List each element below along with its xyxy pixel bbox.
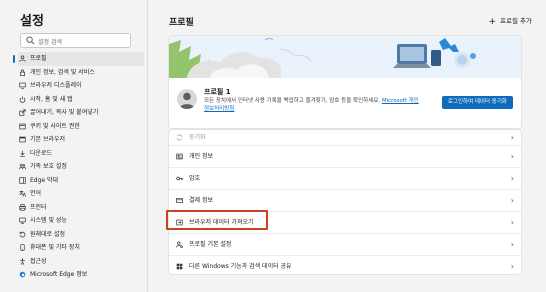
nav-item-display[interactable]: 브라우저 디스플레이 xyxy=(18,79,144,93)
settings-search-input[interactable]: 설정 검색 xyxy=(20,33,131,48)
share-icon xyxy=(19,109,26,116)
nav-label: 기본 브라우저 xyxy=(30,136,66,143)
nav-item-printers[interactable]: 프린터 xyxy=(18,201,144,215)
row-label: 결제 정보 xyxy=(189,197,213,204)
nav-label: 시작, 홈 및 새 탭 xyxy=(30,95,73,103)
highlight-box xyxy=(166,210,268,230)
nav-label: 브라우저 디스플레이 xyxy=(30,82,82,89)
nav-label: 휴대폰 및 기타 장치 xyxy=(30,244,80,251)
avatar xyxy=(177,89,197,109)
nav-item-edge-bar[interactable]: Edge 막대 xyxy=(18,174,144,188)
display-icon xyxy=(19,82,26,89)
edge-icon xyxy=(19,271,26,278)
row-label: 다른 Windows 기능과 검색 데이터 공유 xyxy=(189,263,292,270)
nav-item-system[interactable]: 시스템 및 성능 xyxy=(18,214,144,228)
chevron-right-icon: › xyxy=(510,133,514,142)
family-icon xyxy=(19,163,26,170)
row-passwords[interactable]: 암호 › xyxy=(169,168,521,190)
add-profile-button[interactable]: + 프로필 추가 xyxy=(488,15,532,27)
page-title: 프로필 xyxy=(169,18,194,28)
chevron-right-icon: › xyxy=(510,196,514,205)
nav-item-cookies[interactable]: 쿠키 및 사이트 권한 xyxy=(18,120,144,134)
language-icon xyxy=(19,190,26,197)
key-icon xyxy=(176,176,183,181)
nav-label: 개인 정보, 검색 및 서비스 xyxy=(30,68,95,76)
browser-icon xyxy=(19,136,26,143)
nav-label: 원래대로 설정 xyxy=(30,230,66,238)
nav-label: 프린터 xyxy=(30,203,47,211)
row-personal-info[interactable]: 개인 정보 › xyxy=(169,146,521,168)
row-label: 프로필 기본 설정 xyxy=(189,241,232,248)
lock-icon xyxy=(20,69,25,76)
settings-nav: 프로필 개인 정보, 검색 및 서비스 브라우저 디스플레이 시작, 홈 및 새… xyxy=(13,52,144,282)
accessibility-icon xyxy=(20,258,25,265)
nav-item-startup[interactable]: 시작, 홈 및 새 탭 xyxy=(18,93,144,107)
cookie-icon xyxy=(19,123,26,129)
search-placeholder: 설정 검색 xyxy=(38,39,62,46)
chevron-right-icon: › xyxy=(510,262,514,271)
system-icon xyxy=(19,217,26,224)
chevron-right-icon: › xyxy=(510,174,514,183)
nav-item-family[interactable]: 가족 보호 설정 xyxy=(18,160,144,174)
nav-item-downloads[interactable]: 다운로드 xyxy=(18,147,144,161)
add-profile-label: 프로필 추가 xyxy=(500,17,532,25)
phone-icon xyxy=(20,244,25,251)
nav-item-reset[interactable]: 원래대로 설정 xyxy=(18,228,144,242)
row-share-with-windows[interactable]: 다른 Windows 기능과 검색 데이터 공유 › xyxy=(169,256,521,274)
nav-item-language[interactable]: 언어 xyxy=(18,187,144,201)
chevron-right-icon: › xyxy=(510,152,514,161)
nav-label: 다운로드 xyxy=(30,149,53,157)
row-payment-info[interactable]: 결제 정보 › xyxy=(169,190,521,212)
person-card-icon xyxy=(176,153,183,160)
profile-settings-icon xyxy=(176,241,183,248)
row-profile-preferences[interactable]: 프로필 기본 설정 › xyxy=(169,234,521,256)
card-icon xyxy=(176,198,183,203)
download-icon xyxy=(20,150,25,157)
nav-item-about-edge[interactable]: Microsoft Edge 정보 xyxy=(18,268,144,282)
profile-description-text: 모든 장치에서 인터넷 사용 기록을 백업하고 즐겨찾기, 암호 등을 확인하세… xyxy=(204,98,381,104)
nav-label: Edge 막대 xyxy=(30,176,59,184)
printer-icon xyxy=(19,203,26,211)
person-icon xyxy=(19,55,26,62)
profiles-main: 프로필 + 프로필 추가 프로필 1 모든 장치에서 인터넷 사용 기록을 백업… xyxy=(148,0,546,292)
sync-icon xyxy=(176,134,183,141)
row-sync[interactable]: 동기화 › xyxy=(169,130,521,146)
profile-description: 모든 장치에서 인터넷 사용 기록을 백업하고 즐겨찾기, 암호 등을 확인하세… xyxy=(204,97,419,113)
nav-item-accessibility[interactable]: 접근성 xyxy=(18,255,144,269)
reset-icon xyxy=(19,231,26,237)
nav-item-share-copy-paste[interactable]: 끌어내기, 복사 및 붙여넣기 xyxy=(18,106,144,120)
settings-sidebar: 설정 설정 검색 프로필 개인 정보, 검색 및 서비스 브라우저 디스플레이 … xyxy=(0,0,148,292)
plus-icon: + xyxy=(488,17,497,27)
nav-label: 끌어내기, 복사 및 붙여넣기 xyxy=(30,109,99,116)
search-icon xyxy=(26,36,35,45)
power-icon xyxy=(19,96,26,103)
row-label: 동기화 xyxy=(189,134,206,141)
profile-settings-list: 동기화 › 개인 정보 › 암호 › 결제 정보 › 브라우저 데이터 가져오기… xyxy=(168,129,522,275)
profile-banner-illustration xyxy=(169,36,521,78)
bar-icon xyxy=(19,176,26,184)
row-label: 암호 xyxy=(189,175,201,182)
nav-label: Microsoft Edge 정보 xyxy=(30,271,88,278)
nav-label: 언어 xyxy=(30,190,42,197)
nav-item-phone[interactable]: 휴대폰 및 기타 장치 xyxy=(18,241,144,255)
nav-label: 가족 보호 설정 xyxy=(30,163,67,170)
row-label: 개인 정보 xyxy=(189,153,213,160)
settings-title: 설정 xyxy=(20,14,44,29)
nav-item-default-browser[interactable]: 기본 브라우저 xyxy=(18,133,144,147)
nav-label: 접근성 xyxy=(30,257,47,265)
nav-label: 쿠키 및 사이트 권한 xyxy=(30,122,80,130)
sign-in-sync-button[interactable]: 로그인하여 데이터 동기화 xyxy=(441,96,513,109)
nav-item-profile[interactable]: 프로필 xyxy=(13,52,144,66)
chevron-right-icon: › xyxy=(510,218,514,227)
nav-label: 프로필 xyxy=(30,55,47,62)
profile-name: 프로필 1 xyxy=(204,88,231,96)
nav-item-privacy[interactable]: 개인 정보, 검색 및 서비스 xyxy=(18,66,144,80)
chevron-right-icon: › xyxy=(510,240,514,249)
nav-label: 시스템 및 성능 xyxy=(30,217,67,224)
avatar-placeholder-icon xyxy=(179,92,195,109)
profile-card: 프로필 1 모든 장치에서 인터넷 사용 기록을 백업하고 즐겨찾기, 암호 등… xyxy=(168,35,522,129)
windows-share-icon xyxy=(176,263,183,270)
